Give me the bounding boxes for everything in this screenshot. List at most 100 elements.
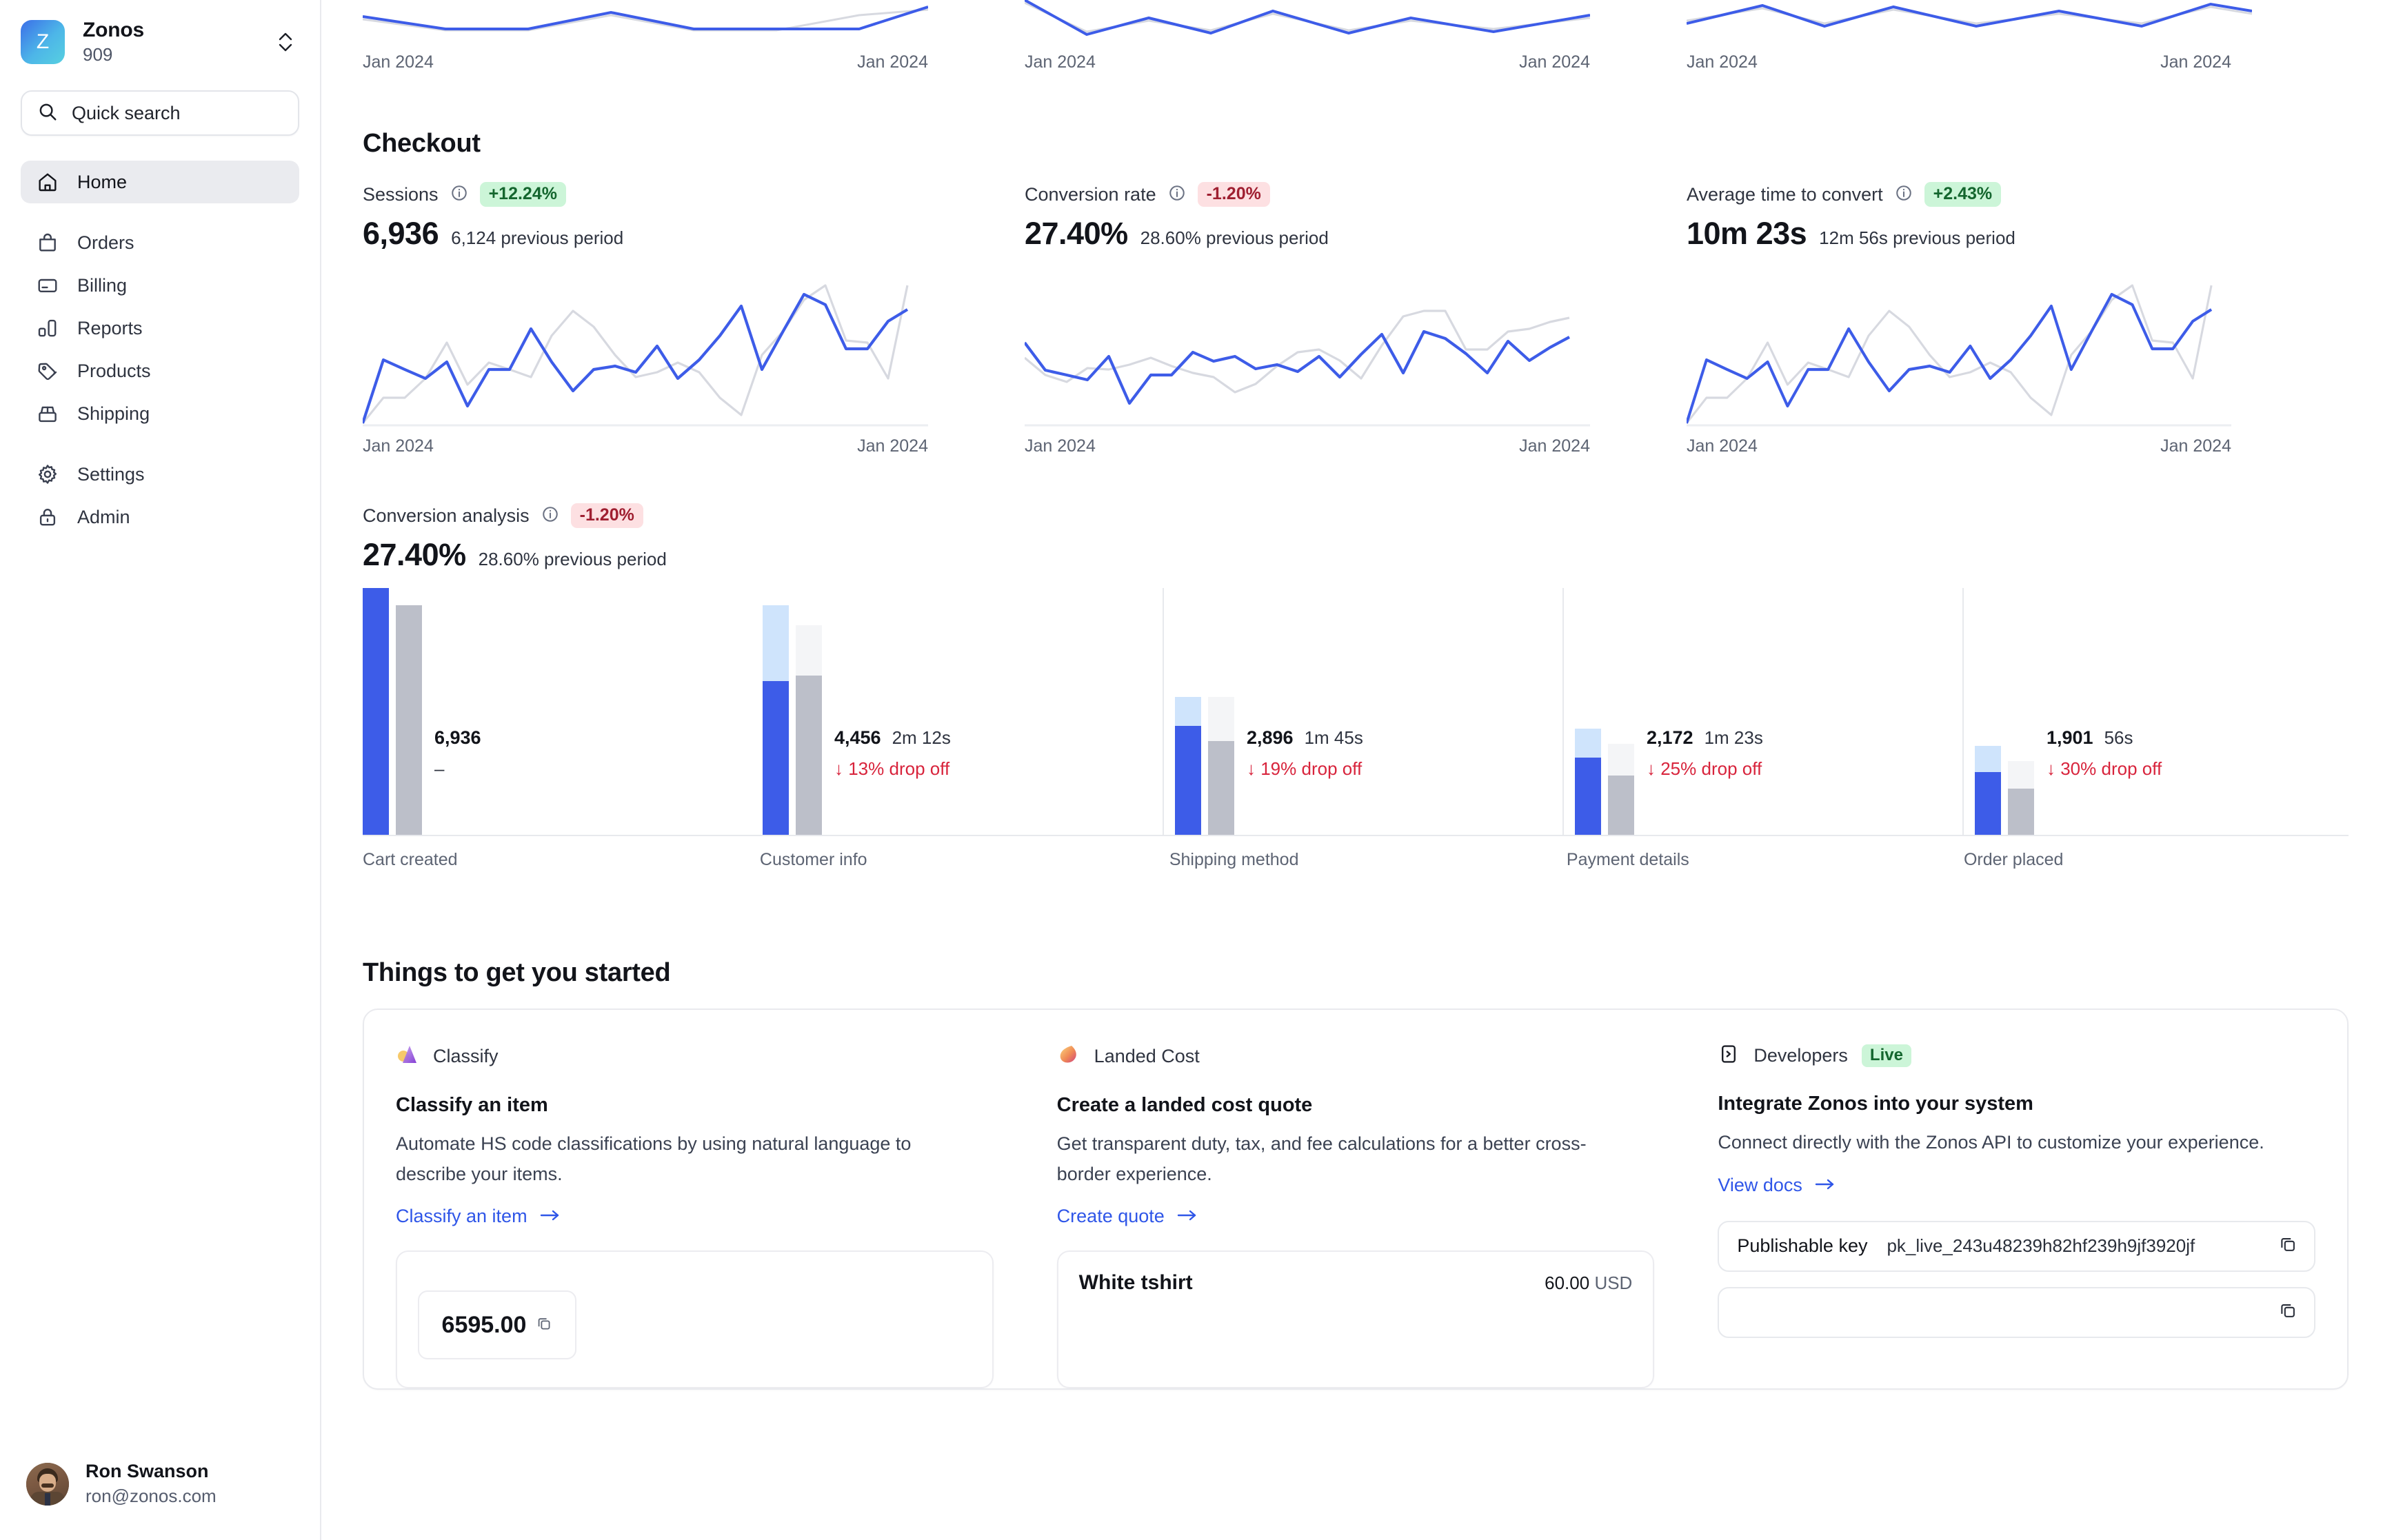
item-price-amount: 60.00 [1545,1273,1590,1294]
key-label: Publishable key [1737,1235,1868,1257]
top-sparkline-row: Jan 2024 Jan 2024 Jan 2024 Jan 2024 Jan … [321,0,2383,72]
conversion-analysis-label: Conversion analysis [363,505,530,526]
classify-amount-box[interactable]: 6595.00 [418,1290,576,1360]
publishable-key-field[interactable]: Publishable key pk_live_243u48239h82hf23… [1718,1220,2316,1272]
sidebar-item-orders[interactable]: Orders [21,221,299,264]
gear-icon [36,463,59,486]
funnel-dropoff: ↓ 30% drop off [2047,758,2162,779]
conversion-analysis-previous: 28.60% previous period [478,549,667,569]
sidebar-item-reports[interactable]: Reports [21,307,299,349]
copy-icon[interactable] [2278,1301,2297,1324]
sidebar-nav: Home Orders Billing Reports Products Shi… [0,136,320,538]
funnel-bar-previous [1208,696,1234,835]
funnel-x-label: Cart created [363,850,458,869]
sidebar: Z Zonos 909 Quick search Home Orders Bil… [0,0,321,1540]
app-root: Z Zonos 909 Quick search Home Orders Bil… [0,0,2383,1540]
funnel-time: 2m 12s [892,727,951,748]
info-icon[interactable] [1895,184,1913,205]
card-link-view-docs[interactable]: View docs [1718,1175,1836,1196]
funnel-count: 4,456 [834,727,881,748]
sidebar-item-products[interactable]: Products [21,349,299,392]
search-input[interactable]: Quick search [21,90,299,136]
info-icon[interactable] [541,505,559,527]
copy-icon[interactable] [2278,1235,2297,1257]
funnel-step: 2,896 1m 45s ↓ 19% drop off [1163,588,1562,835]
funnel-step: 6,936 – [363,588,763,835]
sparkline-chart-avg-time [1687,268,2349,427]
getting-started-cards: Classify Classify an item Automate HS co… [363,1009,2349,1390]
card-product-name: Classify [433,1046,499,1066]
funnel-count: 1,901 [2047,727,2093,748]
sparkline-chart [1687,0,2349,43]
org-text: Zonos 909 [83,18,254,65]
sidebar-item-label: Settings [77,463,145,485]
funnel-x-label: Order placed [1963,850,2064,869]
funnel-divider [1163,588,1164,835]
funnel-bar-previous [1608,743,1634,835]
landed-cost-preview-card: White tshirt 60.00 USD [1056,1250,1655,1389]
section-title-getting-started: Things to get you started [363,958,671,987]
sidebar-item-label: Orders [77,232,134,253]
funnel-bar-current [763,605,789,835]
sparkline-chart-sessions [363,268,1025,427]
status-badge-live: Live [1861,1044,1911,1067]
sidebar-item-shipping[interactable]: Shipping [21,392,299,435]
top-sparkline-cell: Jan 2024 Jan 2024 [1025,0,1687,72]
funnel-bar-previous [396,605,422,835]
axis-label-start: Jan 2024 [1687,52,1758,72]
card-link-create-quote[interactable]: Create quote [1057,1206,1198,1227]
funnel-time: 1m 23s [1704,727,1763,748]
metric-card-conversion-rate: Conversion rate -1.20% 27.40% 28.60% pre… [1025,182,1687,456]
section-title-checkout: Checkout [363,129,481,158]
sidebar-item-billing[interactable]: Billing [21,264,299,307]
funnel-divider [1962,588,1964,835]
chevron-updown-icon[interactable] [272,30,299,54]
bar-chart-icon [36,316,59,340]
org-name: Zonos [83,19,144,41]
funnel-count: 2,896 [1247,727,1294,748]
top-sparkline-cell: Jan 2024 Jan 2024 [1687,0,2349,72]
main-content: Jan 2024 Jan 2024 Jan 2024 Jan 2024 Jan … [321,0,2383,1540]
org-switcher[interactable]: Z Zonos 909 [0,0,320,65]
sidebar-item-label: Billing [77,274,128,296]
card-classify: Classify Classify an item Automate HS co… [364,1010,1025,1389]
copy-icon[interactable] [536,1315,552,1335]
funnel-bar-current [363,588,389,835]
metric-value: 10m 23s [1687,216,1807,251]
metric-previous: 6,124 previous period [451,227,624,248]
org-logo: Z [21,19,65,64]
classify-preview-card: 6595.00 [396,1250,994,1389]
funnel-dropoff: ↓ 13% drop off [834,758,950,779]
bag-icon [36,231,59,254]
funnel-step: 4,456 2m 12s ↓ 13% drop off [763,588,1163,835]
key-value: pk_live_243u48239h82hf239h9jf3920jf [1887,1235,2195,1257]
user-email: ron@zonos.com [86,1486,217,1507]
card-landed-cost: Landed Cost Create a landed cost quote G… [1025,1010,1687,1389]
card-product-name: Landed Cost [1094,1046,1200,1066]
metric-value: 6,936 [363,216,439,251]
funnel-x-label: Customer info [759,850,867,869]
card-link-classify[interactable]: Classify an item [396,1206,561,1227]
sidebar-item-label: Products [77,360,151,381]
funnel-x-label: Payment details [1566,850,1689,869]
funnel-chart: 6,936 – 4,456 2m 12s ↓ 13% drop off 2,89… [363,588,2349,836]
funnel-count: 2,172 [1647,727,1693,748]
info-icon[interactable] [1168,184,1186,205]
sidebar-item-admin[interactable]: Admin [21,496,299,538]
secret-key-field[interactable] [1718,1286,2316,1338]
sidebar-item-settings[interactable]: Settings [21,453,299,496]
axis-label-end: Jan 2024 [1519,436,1590,456]
funnel-bar-current [1575,729,1601,835]
sidebar-item-label: Admin [77,506,130,527]
box-icon [36,402,59,425]
user-profile[interactable]: Ron Swanson ron@zonos.com [0,1459,321,1540]
funnel-bar-previous [2008,760,2034,835]
conversion-analysis-value: 27.40% [363,537,466,572]
info-icon[interactable] [450,184,468,205]
landed-cost-icon [1057,1043,1080,1070]
top-sparkline-cell: Jan 2024 Jan 2024 [363,0,1025,72]
sidebar-item-label: Shipping [77,403,150,424]
funnel-bar-current [1975,746,2001,835]
axis-label-start: Jan 2024 [1687,436,1758,456]
sidebar-item-home[interactable]: Home [21,161,299,204]
